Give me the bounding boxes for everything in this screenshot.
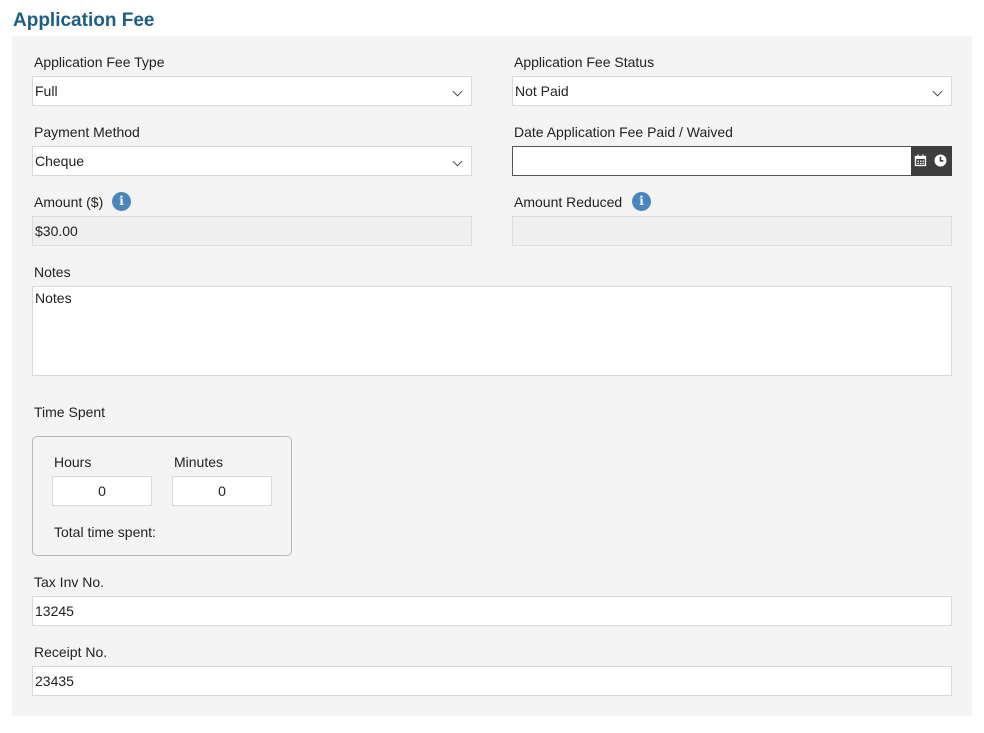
date-paid-input[interactable] bbox=[512, 146, 912, 176]
fee-type-label: Application Fee Type bbox=[34, 54, 165, 70]
hours-input[interactable]: 0 bbox=[52, 476, 152, 506]
amount-field[interactable]: $30.00 bbox=[32, 216, 472, 246]
hours-label: Hours bbox=[54, 454, 92, 470]
minutes-input[interactable]: 0 bbox=[172, 476, 272, 506]
clock-icon bbox=[934, 154, 947, 167]
receipt-input[interactable]: 23435 bbox=[32, 666, 952, 696]
notes-label: Notes bbox=[34, 264, 71, 280]
fee-status-label: Application Fee Status bbox=[514, 54, 655, 70]
date-picker-button[interactable] bbox=[911, 146, 952, 176]
fee-type-value: Full bbox=[35, 83, 58, 99]
info-icon[interactable]: i bbox=[632, 192, 651, 211]
total-time-label: Total time spent: bbox=[54, 524, 156, 540]
payment-method-label: Payment Method bbox=[34, 124, 140, 140]
minutes-label: Minutes bbox=[174, 454, 224, 470]
notes-textarea[interactable]: Notes bbox=[32, 286, 952, 376]
fee-status-select[interactable]: Not Paid bbox=[512, 76, 952, 106]
payment-method-select[interactable]: Cheque bbox=[32, 146, 472, 176]
fee-type-select[interactable]: Full bbox=[32, 76, 472, 106]
info-icon[interactable]: i bbox=[112, 192, 131, 211]
amount-label: Amount ($) bbox=[34, 194, 104, 210]
calendar-icon bbox=[914, 154, 927, 167]
time-spent-label: Time Spent bbox=[34, 404, 106, 420]
amount-reduced-label: Amount Reduced bbox=[514, 194, 623, 210]
chevron-down-icon bbox=[452, 86, 463, 97]
amount-reduced-field[interactable] bbox=[512, 216, 952, 246]
chevron-down-icon bbox=[932, 86, 943, 97]
tax-inv-input[interactable]: 13245 bbox=[32, 596, 952, 626]
tax-inv-label: Tax Inv No. bbox=[34, 574, 105, 590]
page-title: Application Fee bbox=[13, 10, 155, 31]
fee-status-value: Not Paid bbox=[515, 83, 569, 99]
chevron-down-icon bbox=[452, 156, 463, 167]
payment-method-value: Cheque bbox=[35, 153, 85, 169]
date-paid-label: Date Application Fee Paid / Waived bbox=[514, 124, 733, 140]
receipt-label: Receipt No. bbox=[34, 644, 108, 660]
